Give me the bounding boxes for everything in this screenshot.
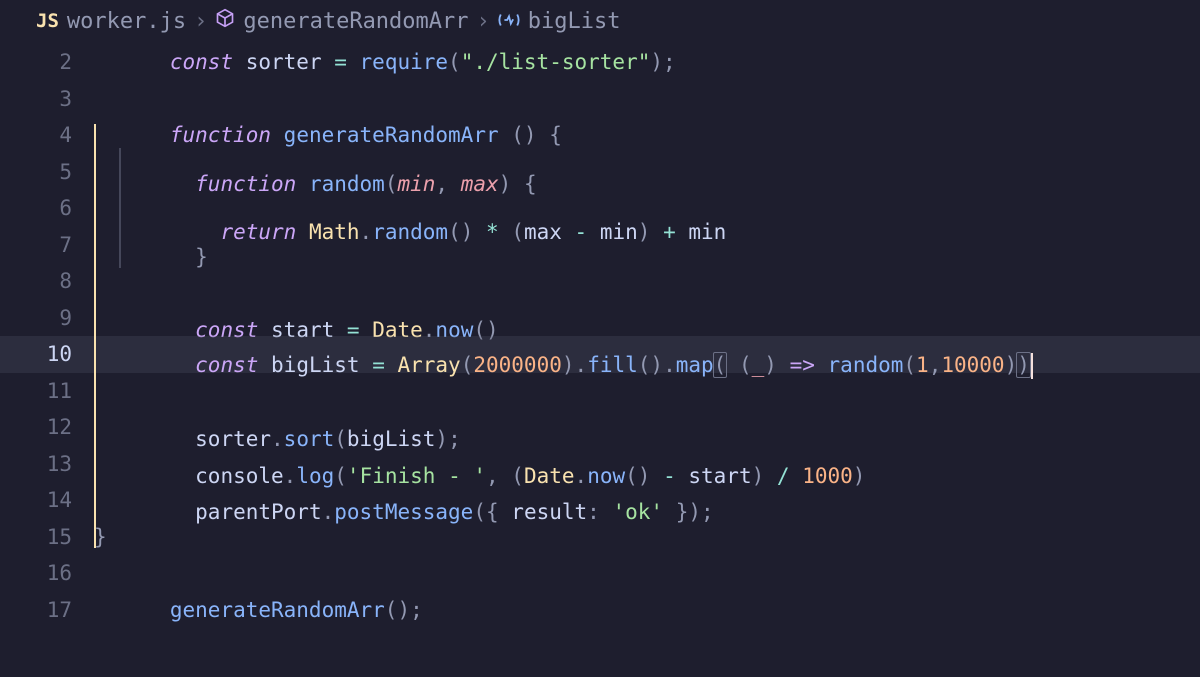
line-number[interactable]: 8: [0, 269, 94, 293]
line-number[interactable]: 4: [0, 123, 94, 147]
line-number[interactable]: 17: [0, 598, 94, 622]
code-line[interactable]: 10 const bigList = Array(2000000).fill()…: [0, 336, 1200, 373]
line-number[interactable]: 15: [0, 525, 94, 549]
line-number[interactable]: 6: [0, 196, 94, 220]
line-number[interactable]: 16: [0, 561, 94, 585]
code-line[interactable]: 2 const sorter = require("./list-sorter"…: [0, 44, 1200, 81]
line-number[interactable]: 13: [0, 452, 94, 476]
line-number[interactable]: 3: [0, 87, 94, 111]
line-number[interactable]: 7: [0, 233, 94, 257]
code-line[interactable]: 17 generateRandomArr();: [0, 592, 1200, 629]
line-number[interactable]: 12: [0, 415, 94, 439]
line-number[interactable]: 10: [0, 342, 94, 366]
code-line[interactable]: 15 }: [0, 519, 1200, 556]
line-number[interactable]: 5: [0, 160, 94, 184]
code-editor[interactable]: 2 const sorter = require("./list-sorter"…: [0, 44, 1200, 628]
line-number[interactable]: 14: [0, 488, 94, 512]
line-number[interactable]: 11: [0, 379, 94, 403]
code-line[interactable]: 14 parentPort.postMessage({ result: 'ok'…: [0, 482, 1200, 519]
file-icon-js: JS: [36, 10, 59, 32]
code-line[interactable]: 7 }: [0, 227, 1200, 264]
line-number[interactable]: 2: [0, 50, 94, 74]
line-number[interactable]: 9: [0, 306, 94, 330]
